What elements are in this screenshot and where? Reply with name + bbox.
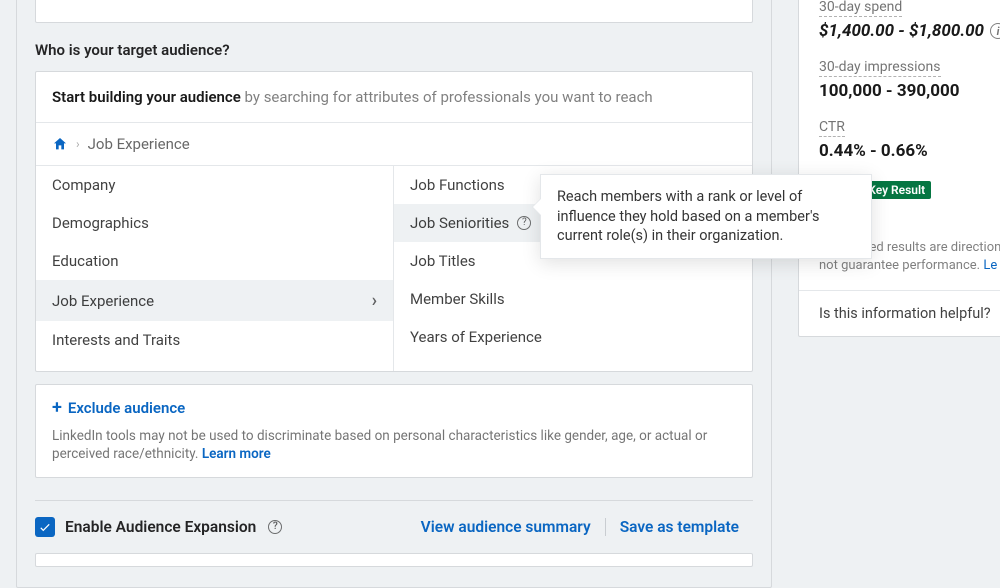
forecast-panel: 30-day spend $1,400.00 - $1,800.00 i 30-…	[798, 0, 1000, 337]
category-label: Job Experience	[52, 292, 154, 310]
stat-label: CTR	[819, 119, 845, 137]
subcategory-label: Member Skills	[410, 290, 505, 308]
key-result-badge: Key Result	[862, 181, 931, 199]
category-label: Education	[52, 252, 119, 270]
category-item-interests-traits[interactable]: Interests and Traits	[36, 321, 393, 359]
audience-footer-row: Enable Audience Expansion ? View audienc…	[35, 500, 753, 537]
help-icon[interactable]: ?	[268, 520, 282, 534]
previous-section-stub	[35, 0, 753, 23]
subcategory-label: Job Functions	[410, 176, 505, 194]
audience-expansion-toggle[interactable]: Enable Audience Expansion ?	[35, 517, 282, 537]
home-icon[interactable]	[52, 136, 68, 152]
category-item-demographics[interactable]: Demographics	[36, 204, 393, 242]
job-seniorities-tooltip: Reach members with a rank or level of in…	[540, 174, 872, 259]
save-as-template-link[interactable]: Save as template	[606, 518, 753, 536]
stat-ctr: CTR 0.44% - 0.66%	[819, 119, 1000, 161]
next-section-stub	[35, 553, 753, 567]
attribute-search-prompt[interactable]: Start building your audience by searchin…	[36, 72, 752, 123]
exclude-audience-button[interactable]: + Exclude audience	[52, 399, 736, 417]
search-prompt-bold: Start building your audience	[52, 88, 241, 106]
attribute-breadcrumb: › Job Experience	[36, 123, 752, 165]
subcategory-label: Years of Experience	[410, 328, 542, 346]
plus-icon: +	[52, 399, 62, 417]
category-label: Company	[52, 176, 115, 194]
stat-value: 0.44% - 0.66%	[819, 141, 1000, 161]
view-audience-summary-link[interactable]: View audience summary	[407, 518, 605, 536]
stat-label: 30-day impressions	[819, 59, 941, 77]
learn-more-link[interactable]: Le	[983, 258, 997, 273]
subcategory-item-years-experience[interactable]: Years of Experience	[394, 318, 752, 356]
info-icon[interactable]: i	[990, 23, 1000, 39]
stat-label: 30-day spend	[819, 0, 902, 17]
category-label: Interests and Traits	[52, 331, 180, 349]
helpful-prompt: Is this information helpful? Y	[799, 290, 1000, 336]
audience-builder-panel: Who is your target audience? Start build…	[16, 0, 772, 588]
subcategory-item-member-skills[interactable]: Member Skills	[394, 280, 752, 318]
chevron-right-icon: ›	[372, 290, 377, 311]
exclude-label: Exclude audience	[68, 399, 185, 417]
helpful-question: Is this information helpful?	[819, 305, 991, 322]
stat-value: $1,400.00 - $1,800.00 i	[819, 21, 1000, 41]
section-heading: Who is your target audience?	[35, 41, 753, 59]
subcategory-label: Job Seniorities	[410, 214, 509, 232]
category-item-job-experience[interactable]: Job Experience ›	[36, 280, 393, 321]
stat-impressions: 30-day impressions 100,000 - 390,000	[819, 59, 1000, 101]
category-label: Demographics	[52, 214, 149, 232]
footer-actions: View audience summary Save as template	[407, 518, 753, 536]
breadcrumb-current: Job Experience	[88, 135, 190, 153]
exclude-audience-card: + Exclude audience LinkedIn tools may no…	[35, 384, 753, 478]
stat-spend: 30-day spend $1,400.00 - $1,800.00 i	[819, 0, 1000, 41]
learn-more-link[interactable]: Learn more	[202, 446, 271, 462]
expansion-label: Enable Audience Expansion	[65, 518, 256, 536]
category-item-company[interactable]: Company	[36, 166, 393, 204]
category-item-education[interactable]: Education	[36, 242, 393, 280]
chevron-right-icon: ›	[76, 137, 80, 151]
stat-value: 100,000 - 390,000	[819, 81, 1000, 101]
category-list-left: Company Demographics Education Job Exper…	[36, 166, 394, 371]
search-prompt-rest: by searching for attributes of professio…	[241, 88, 653, 106]
discrimination-disclaimer: LinkedIn tools may not be used to discri…	[52, 427, 736, 463]
checkbox-checked-icon	[35, 517, 55, 537]
subcategory-label: Job Titles	[410, 252, 476, 270]
help-icon[interactable]: ?	[517, 216, 531, 230]
